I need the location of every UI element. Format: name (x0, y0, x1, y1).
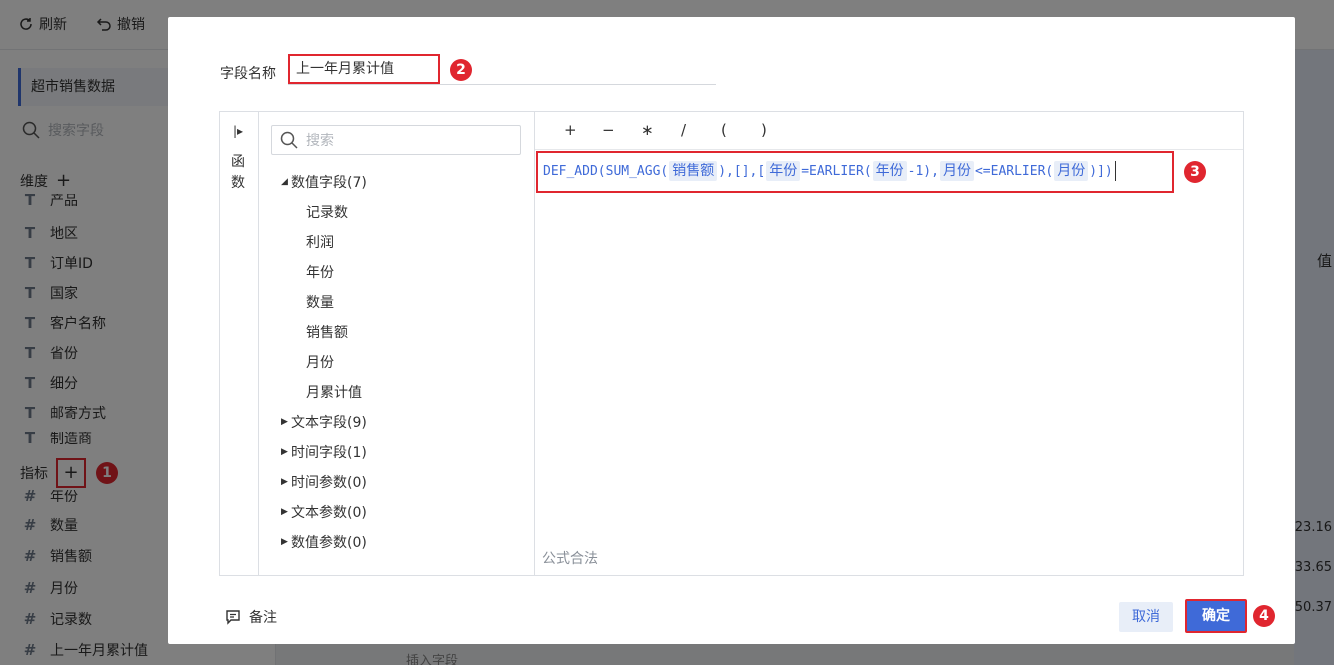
formula-text: DEF_ADD(SUM_AGG( 销售额 ),[],[ 年份 =EARLIER(… (543, 161, 1116, 181)
formula-field-token[interactable]: 年份 (872, 161, 907, 181)
tree-group-label: 时间字段(1) (291, 445, 367, 461)
tree-search-input[interactable]: 搜索 (271, 125, 521, 155)
operator-multiply-button[interactable]: ∗ (641, 121, 654, 139)
tree-group-text-param[interactable]: ▶ 文本参数(0) (281, 501, 367, 523)
expand-triangle-icon: ▶ (281, 447, 288, 457)
operator-bar: + − ∗ / ( ) (535, 112, 1243, 150)
function-tab-label: 函数 (231, 154, 245, 191)
operator-plus-button[interactable]: + (564, 121, 577, 139)
operator-lparen-button[interactable]: ( (721, 121, 727, 139)
step-badge-2: 2 (450, 59, 472, 81)
text-caret (1114, 161, 1116, 181)
expand-arrow-icon[interactable]: |▸ (233, 124, 243, 138)
tree-group-label: 时间参数(0) (291, 475, 367, 491)
tree-field[interactable]: 年份 (306, 261, 334, 283)
tree-search-placeholder: 搜索 (306, 133, 334, 149)
formula-area: + − ∗ / ( ) DEF_ADD(SUM_AGG( 销售额 ),[],[ … (535, 112, 1243, 575)
formula-field-token[interactable]: 月份 (939, 161, 974, 181)
tree-group-label: 文本字段(9) (291, 415, 367, 431)
tree-group-text[interactable]: ▶ 文本字段(9) (281, 411, 367, 433)
formula-code: <=EARLIER( (974, 163, 1054, 179)
collapse-triangle-icon: ◢ (281, 177, 288, 187)
field-name-label: 字段名称 (220, 66, 276, 82)
tree-field[interactable]: 利润 (306, 231, 334, 253)
add-calculated-field-dialog: 字段名称 上一年月累计值 2 |▸ 函数 搜索 ◢ 数值字段(7) 记录数 利润… (168, 17, 1295, 644)
confirm-button[interactable]: 确定 (1185, 599, 1247, 633)
formula-code: -1), (907, 163, 939, 179)
expand-triangle-icon: ▶ (281, 507, 288, 517)
formula-field-token[interactable]: 月份 (1054, 161, 1089, 181)
expand-triangle-icon: ▶ (281, 417, 288, 427)
operator-rparen-button[interactable]: ) (761, 121, 767, 139)
tree-group-time[interactable]: ▶ 时间字段(1) (281, 441, 367, 463)
field-name-underline (288, 84, 716, 85)
tree-group-numeric[interactable]: ◢ 数值字段(7) (281, 171, 367, 193)
formula-editor: |▸ 函数 搜索 ◢ 数值字段(7) 记录数 利润 年份 数量 销售额 月份 月… (219, 111, 1244, 576)
expand-triangle-icon: ▶ (281, 477, 288, 487)
formula-validation-status: 公式合法 (542, 551, 598, 567)
tree-group-label: 文本参数(0) (291, 505, 367, 521)
tree-field[interactable]: 销售额 (306, 321, 348, 343)
formula-field-token[interactable]: 年份 (766, 161, 801, 181)
search-icon (280, 131, 298, 149)
tree-field[interactable]: 记录数 (306, 201, 348, 223)
cancel-button[interactable]: 取消 (1119, 602, 1173, 632)
formula-code: ),[],[ (718, 163, 766, 179)
formula-code: =EARLIER( (801, 163, 872, 179)
tree-group-numeric-param[interactable]: ▶ 数值参数(0) (281, 531, 367, 553)
tree-group-time-param[interactable]: ▶ 时间参数(0) (281, 471, 367, 493)
tree-group-label: 数值字段(7) (291, 175, 367, 191)
expand-triangle-icon: ▶ (281, 537, 288, 547)
formula-field-token[interactable]: 销售额 (669, 161, 718, 181)
step-badge-4: 4 (1253, 605, 1275, 627)
field-tree-panel: 搜索 ◢ 数值字段(7) 记录数 利润 年份 数量 销售额 月份 月累计值 ▶ 文… (259, 112, 535, 575)
comment-icon (226, 610, 240, 625)
field-name-input[interactable]: 上一年月累计值 (288, 54, 440, 84)
tree-field[interactable]: 数量 (306, 291, 334, 313)
step-badge-3: 3 (1184, 161, 1206, 183)
remark-button[interactable]: 备注 (225, 607, 277, 627)
remark-label: 备注 (249, 610, 277, 626)
operator-minus-button[interactable]: − (602, 121, 615, 139)
tree-group-label: 数值参数(0) (291, 535, 367, 551)
operator-divide-button[interactable]: / (681, 121, 686, 139)
tree-field[interactable]: 月份 (306, 351, 334, 373)
formula-input[interactable]: DEF_ADD(SUM_AGG( 销售额 ),[],[ 年份 =EARLIER(… (536, 151, 1174, 193)
formula-code: )]) (1089, 163, 1113, 179)
function-tab[interactable]: |▸ 函数 (220, 112, 259, 575)
tree-field[interactable]: 月累计值 (306, 381, 362, 403)
formula-code: DEF_ADD(SUM_AGG( (543, 163, 669, 179)
